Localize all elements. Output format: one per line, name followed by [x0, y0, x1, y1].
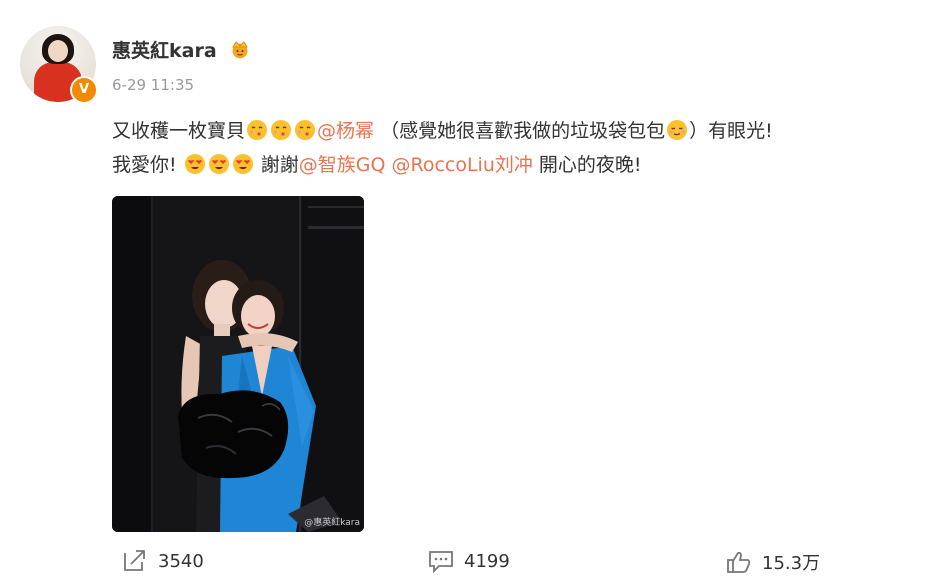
thumbs-up-icon [727, 551, 751, 573]
repost-button[interactable]: 3540 [122, 549, 204, 573]
kiss-emoji-icon [246, 118, 268, 140]
mention-link[interactable]: @RoccoLiu刘冲 [391, 154, 532, 176]
content-text: 我愛你! [112, 154, 177, 176]
like-count: 15.3万 [762, 553, 821, 574]
content-line-2: 我愛你! 謝謝@智族GQ @RoccoLiu刘冲 開心的夜晚! [112, 148, 922, 182]
heart-kiss-emoji-icon [208, 152, 230, 174]
heart-kiss-emoji-icon [184, 152, 206, 174]
verified-badge-icon: V [70, 76, 98, 104]
mention-link[interactable]: @杨幂 [317, 120, 374, 142]
weibo-post: V 惠英紅kara 6-29 11:35 又收穫一枚寶貝 @杨幂 （感覺她很喜歡我… [0, 0, 940, 587]
kiss-emoji-icon [294, 118, 316, 140]
content-text: （感覺她很喜歡我做的垃圾袋包包 [380, 120, 666, 142]
content-line-1: 又收穫一枚寶貝 @杨幂 （感覺她很喜歡我做的垃圾袋包包 ）有眼光! [112, 114, 922, 148]
content-text: 謝謝 [260, 154, 299, 176]
content-text: 開心的夜晚! [538, 154, 642, 176]
kiss-emoji-icon [270, 118, 292, 140]
comment-icon [429, 551, 453, 573]
content-text: 又收穫一枚寶貝 [112, 120, 246, 142]
image-watermark: @惠英紅kara [304, 518, 360, 528]
comment-button[interactable]: 4199 [428, 549, 510, 573]
post-image[interactable]: @惠英紅kara [112, 196, 364, 532]
post-content: 又收穫一枚寶貝 @杨幂 （感覺她很喜歡我做的垃圾袋包包 ）有眼光! 我愛你! 謝謝@… [112, 114, 922, 182]
repost-icon [124, 550, 145, 571]
author-avatar[interactable]: V [20, 26, 98, 104]
repost-count: 3540 [158, 550, 204, 572]
mention-link[interactable]: @智族GQ [299, 154, 386, 176]
crown-icon [229, 39, 251, 64]
post-timestamp[interactable]: 6-29 11:35 [112, 76, 194, 94]
author-name-row[interactable]: 惠英紅kara [112, 36, 251, 64]
photo-illustration [112, 196, 364, 532]
like-button[interactable]: 15.3万 [726, 549, 820, 575]
author-name[interactable]: 惠英紅kara [112, 40, 217, 62]
action-bar: 3540 4199 15.3万 [0, 545, 940, 581]
smug-emoji-icon [666, 118, 688, 140]
content-text: ）有眼光! [689, 120, 773, 142]
heart-kiss-emoji-icon [232, 152, 254, 174]
comment-count: 4199 [464, 550, 510, 572]
